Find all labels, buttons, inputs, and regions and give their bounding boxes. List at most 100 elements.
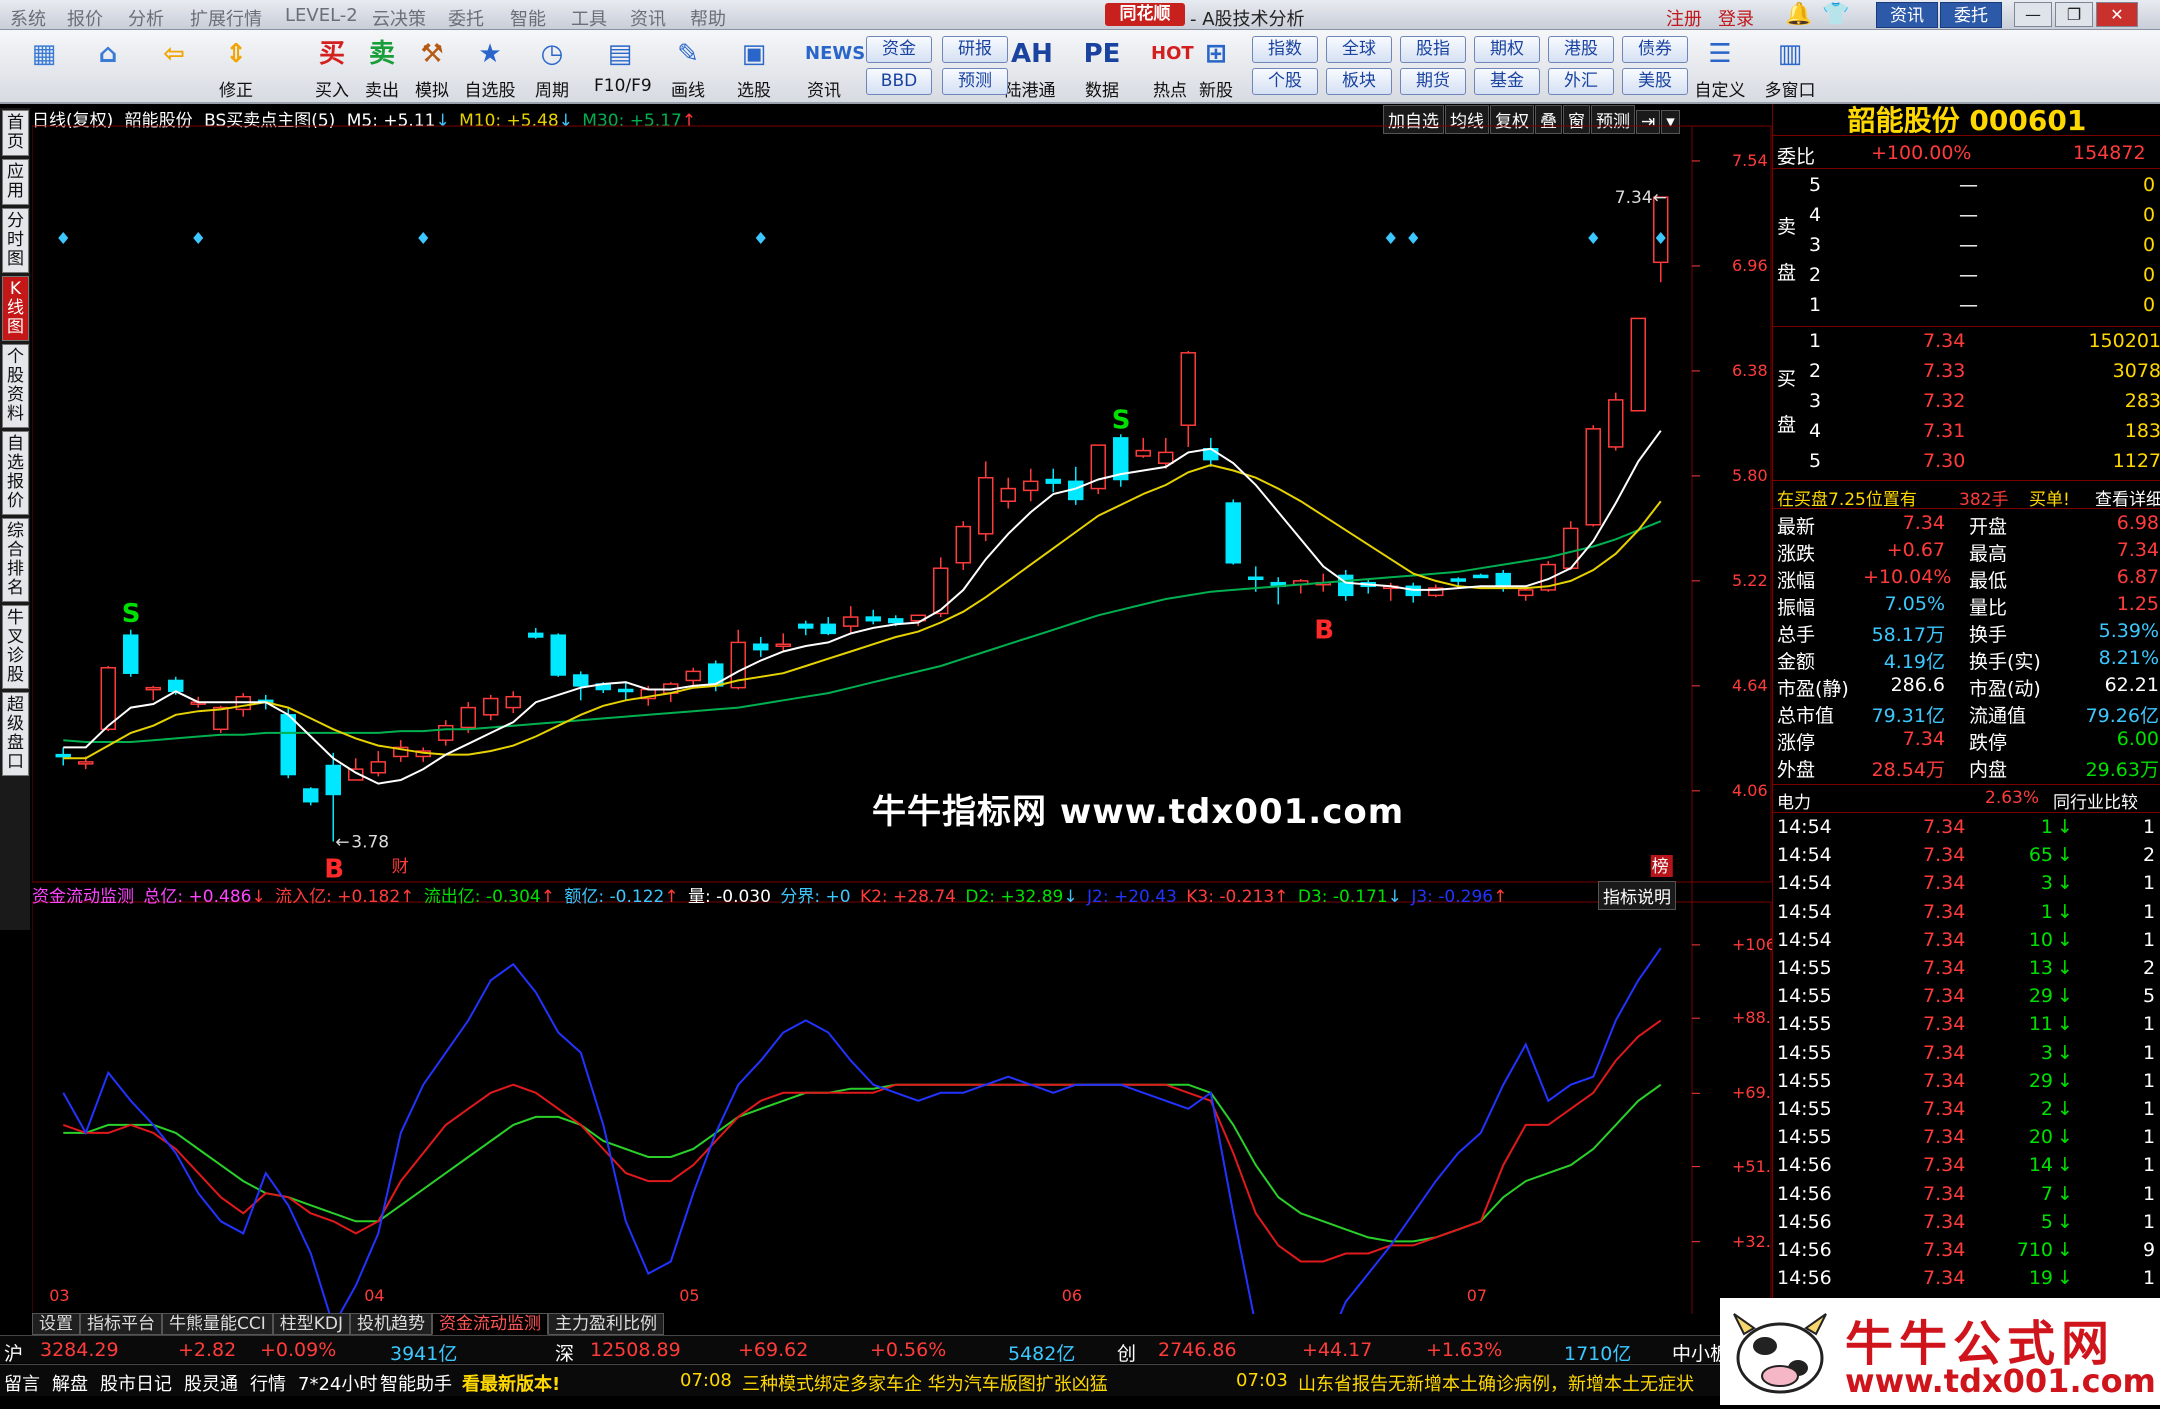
indicator-tab[interactable]: 投机趋势: [350, 1313, 433, 1335]
candle[interactable]: [415, 747, 431, 762]
news-menu-item[interactable]: 股灵通: [184, 1370, 238, 1396]
event-diamond-icon[interactable]: [1385, 232, 1396, 244]
news-menu-item[interactable]: 股市日记: [100, 1370, 172, 1396]
candle[interactable]: [1000, 477, 1016, 509]
candle[interactable]: [1608, 392, 1624, 451]
news-menu-item[interactable]: 智能助手: [380, 1370, 452, 1396]
toolbar-pen-button[interactable]: ✎ 画线: [662, 33, 714, 101]
event-diamond-icon[interactable]: [1588, 232, 1599, 244]
event-diamond-icon[interactable]: [193, 232, 204, 244]
menu-item[interactable]: 系统: [10, 5, 46, 31]
toolbar-grid-button[interactable]: ▦: [18, 33, 70, 101]
candle[interactable]: [933, 557, 949, 618]
toolbar-ah-button[interactable]: AH 陆港通: [1004, 33, 1056, 101]
candle[interactable]: [618, 682, 634, 701]
trade-button[interactable]: 委托: [1940, 2, 2002, 28]
indicator-tab[interactable]: 指标平台: [80, 1313, 162, 1335]
news-menu-item[interactable]: 行情: [250, 1370, 286, 1396]
info-button[interactable]: 资讯: [1876, 2, 1938, 28]
quick-button[interactable]: 全球: [1326, 36, 1392, 63]
candle[interactable]: [1090, 444, 1106, 494]
left-tab[interactable]: 综合排名: [2, 518, 29, 602]
register-link[interactable]: 注册: [1666, 5, 1702, 31]
toolbar-gavel-button[interactable]: ⚒ 模拟: [406, 33, 458, 101]
candle[interactable]: [978, 461, 994, 542]
candle[interactable]: [1135, 437, 1151, 458]
indicator-help-button[interactable]: 指标说明: [1598, 881, 1676, 910]
candle[interactable]: [550, 633, 566, 677]
candle[interactable]: [820, 617, 836, 636]
toolbar-screen-button[interactable]: ▣ 选股: [728, 33, 780, 101]
candle[interactable]: [1293, 579, 1309, 594]
candle[interactable]: [505, 691, 521, 714]
candle[interactable]: [1405, 582, 1421, 603]
toolbar-updown-button[interactable]: ⇕ 修正: [210, 33, 262, 101]
chart-area[interactable]: 日线(复权) 韶能股份 BS买卖点主图(5) M5: +5.11↓ M10: +…: [32, 104, 1791, 1324]
indicator-tab[interactable]: 柱型KDJ: [272, 1313, 351, 1335]
candle[interactable]: [55, 747, 71, 766]
indicator-tab[interactable]: 设置: [32, 1313, 80, 1335]
candle[interactable]: [1585, 425, 1601, 527]
left-tab[interactable]: K线图: [2, 276, 29, 341]
event-diamond-icon[interactable]: [755, 232, 766, 244]
menu-item[interactable]: 扩展行情: [190, 5, 262, 31]
menu-item[interactable]: 智能: [510, 5, 546, 31]
news-menu-item[interactable]: 7*24小时: [298, 1370, 377, 1396]
candle[interactable]: [1360, 579, 1376, 594]
toolbar-star-button[interactable]: ★ 自选股: [464, 33, 516, 101]
toolbar-home-button[interactable]: ⌂: [82, 33, 134, 101]
indicator-tab[interactable]: 主力盈利比例: [548, 1313, 665, 1335]
menu-item[interactable]: 委托: [448, 5, 484, 31]
indicator-tab[interactable]: 资金流动监测: [432, 1313, 549, 1335]
candle[interactable]: [955, 521, 971, 571]
menu-item[interactable]: 云决策: [372, 5, 426, 31]
quick-button[interactable]: BBD: [866, 68, 932, 95]
restore-icon[interactable]: ❐: [2055, 2, 2093, 27]
candle[interactable]: [1338, 570, 1354, 601]
quick-button[interactable]: 股指: [1400, 36, 1466, 63]
toolbar-sell-button[interactable]: 卖卖出: [356, 33, 408, 101]
notice-detail-link[interactable]: 查看详细: [2095, 485, 2160, 510]
quick-button[interactable]: 研报: [942, 36, 1008, 63]
menu-item[interactable]: 分析: [128, 5, 164, 31]
quick-button[interactable]: 板块: [1326, 68, 1392, 95]
candle[interactable]: [1023, 468, 1039, 502]
menu-item[interactable]: 工具: [571, 5, 607, 31]
candle[interactable]: [528, 627, 544, 639]
left-tab[interactable]: 应用: [2, 159, 29, 205]
toolbar-f10-button[interactable]: ▤ F10/F9: [594, 33, 652, 101]
news-item[interactable]: 三种模式绑定多家车企 华为汽车版图扩张凶猛: [742, 1370, 1108, 1396]
toolbar-multiwindow-button[interactable]: ▥ 多窗口: [1764, 33, 1816, 101]
toolbar-news-button[interactable]: NEWS 资讯: [792, 33, 865, 101]
news-item[interactable]: 山东省报告无新增本土确诊病例，新增本土无症状: [1298, 1370, 1694, 1396]
quick-button[interactable]: 基金: [1474, 68, 1540, 95]
left-tab[interactable]: 牛叉诊股: [2, 605, 29, 689]
candle[interactable]: [1180, 351, 1196, 447]
candle[interactable]: [1113, 434, 1129, 487]
finance-marker[interactable]: 财: [392, 857, 409, 877]
candle[interactable]: [325, 752, 341, 842]
left-tab[interactable]: 首页: [2, 110, 29, 156]
quick-button[interactable]: 外汇: [1548, 68, 1614, 95]
news-menu-item[interactable]: 解盘: [52, 1370, 88, 1396]
candle[interactable]: [370, 751, 386, 777]
close-icon[interactable]: ✕: [2096, 2, 2138, 27]
toolbar-buy-button[interactable]: 买买入: [306, 33, 358, 101]
candle[interactable]: [573, 671, 589, 701]
event-diamond-icon[interactable]: [1408, 232, 1419, 244]
quick-button[interactable]: 美股: [1622, 68, 1688, 95]
candle[interactable]: [1630, 317, 1646, 412]
quick-button[interactable]: 个股: [1252, 68, 1318, 95]
event-diamond-icon[interactable]: [418, 232, 429, 244]
candle[interactable]: [775, 633, 791, 652]
candle[interactable]: [798, 620, 814, 636]
candle[interactable]: [1045, 468, 1061, 493]
minimize-icon[interactable]: —: [2014, 2, 2052, 27]
shirt-icon[interactable]: 👕: [1822, 2, 1849, 27]
toolbar-clock-button[interactable]: ◷ 周期: [526, 33, 578, 101]
quick-button[interactable]: 期货: [1400, 68, 1466, 95]
quick-button[interactable]: 预测: [942, 68, 1008, 95]
candle[interactable]: [123, 629, 139, 677]
candle[interactable]: [303, 787, 319, 806]
candlestick-chart[interactable]: 7.34 ←← 3.78SSBB财榜: [32, 104, 1772, 1314]
